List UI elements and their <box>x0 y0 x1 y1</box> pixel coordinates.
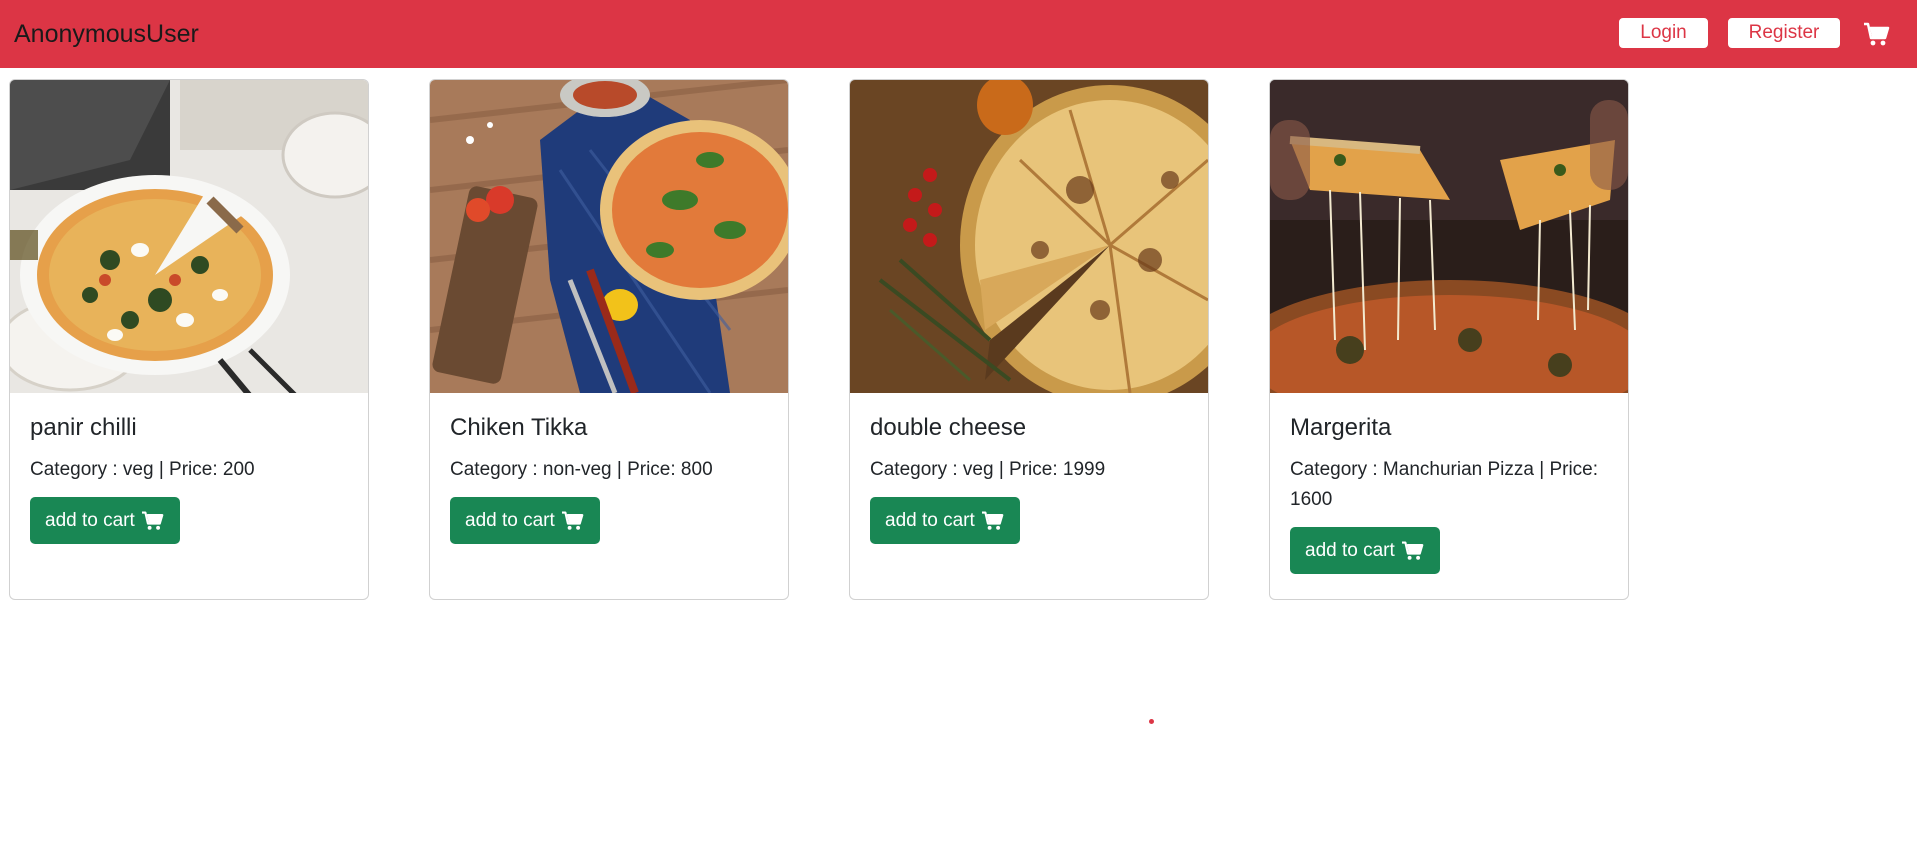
add-to-cart-button[interactable]: add to cart <box>30 497 180 544</box>
add-to-cart-label: add to cart <box>45 509 135 531</box>
navbar: AnonymousUser Login Register <box>0 0 1917 68</box>
product-image <box>430 80 788 393</box>
card-body: Margerita Category : Manchurian Pizza | … <box>1290 413 1610 574</box>
product-card: panir chilli Category : veg | Price: 200… <box>9 79 369 600</box>
card-body: Chiken Tikka Category : non-veg | Price:… <box>450 413 770 544</box>
loading-dot <box>1149 719 1154 724</box>
product-title: Chiken Tikka <box>450 414 588 441</box>
product-card: Chiken Tikka Category : non-veg | Price:… <box>429 79 789 600</box>
product-title: panir chilli <box>30 414 137 441</box>
product-card: double cheese Category : veg | Price: 19… <box>849 79 1209 600</box>
product-info: Category : Manchurian Pizza | Price: 160… <box>1290 459 1599 510</box>
product-image <box>850 80 1208 393</box>
cart-icon <box>141 510 164 530</box>
product-info: Category : veg | Price: 1999 <box>870 459 1106 480</box>
login-button[interactable]: Login <box>1619 18 1708 48</box>
product-title: Margerita <box>1290 414 1392 441</box>
brand-username[interactable]: AnonymousUser <box>14 19 199 49</box>
card-body: panir chilli Category : veg | Price: 200… <box>30 413 350 544</box>
add-to-cart-label: add to cart <box>1305 539 1395 561</box>
product-image <box>10 80 368 393</box>
product-info: Category : veg | Price: 200 <box>30 459 255 480</box>
add-to-cart-label: add to cart <box>885 509 975 531</box>
register-button[interactable]: Register <box>1728 18 1840 48</box>
product-title: double cheese <box>870 414 1027 441</box>
product-image <box>1270 80 1628 393</box>
card-body: double cheese Category : veg | Price: 19… <box>870 413 1190 544</box>
add-to-cart-button[interactable]: add to cart <box>450 497 600 544</box>
product-info: Category : non-veg | Price: 800 <box>450 459 713 480</box>
add-to-cart-button[interactable]: add to cart <box>1290 527 1440 574</box>
product-card: Margerita Category : Manchurian Pizza | … <box>1269 79 1629 600</box>
cart-icon[interactable] <box>1862 20 1890 48</box>
cart-icon <box>561 510 584 530</box>
cart-icon <box>981 510 1004 530</box>
cart-icon <box>1401 540 1424 560</box>
add-to-cart-label: add to cart <box>465 509 555 531</box>
add-to-cart-button[interactable]: add to cart <box>870 497 1020 544</box>
